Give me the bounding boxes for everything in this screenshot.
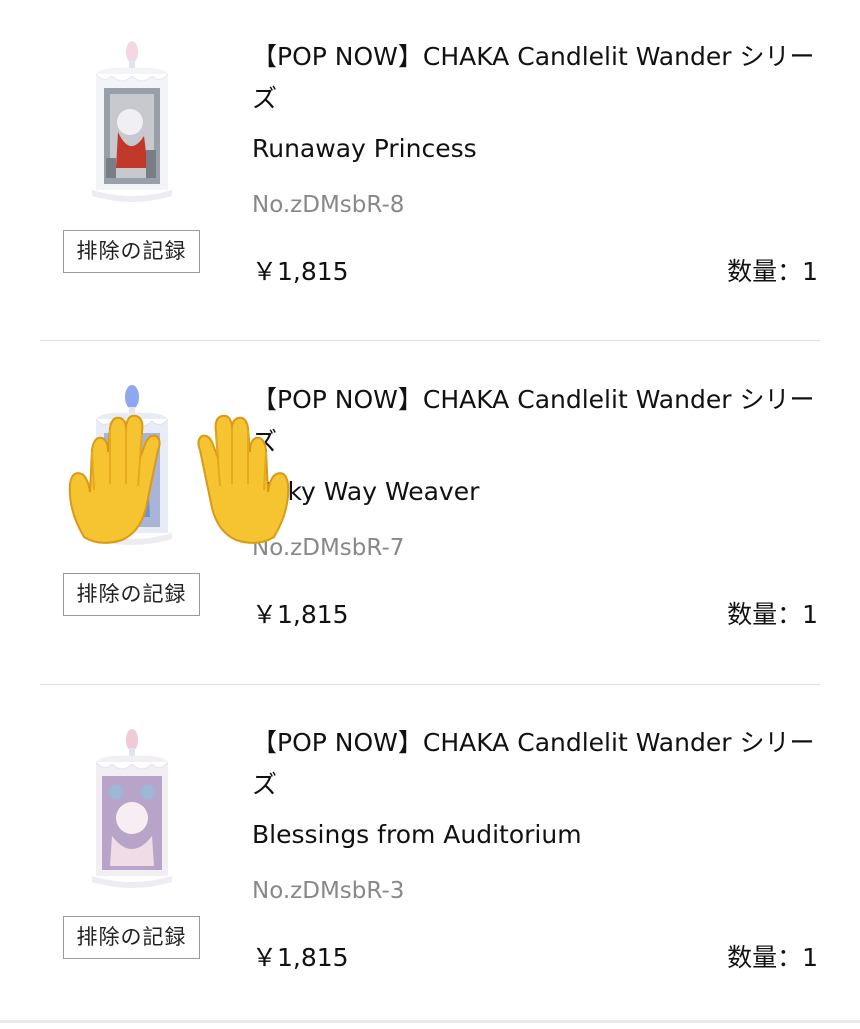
product-quantity: 数量：1	[727, 257, 818, 286]
product-price: ￥1,815	[252, 257, 349, 286]
divider	[40, 684, 820, 685]
product-sku: No.zDMsbR-8	[252, 192, 405, 218]
product-variant: Blessings from Auditorium	[252, 820, 582, 849]
product-title[interactable]: 【POP NOW】CHAKA Candlelit Wander シリーズ	[252, 722, 827, 806]
product-title[interactable]: 【POP NOW】CHAKA Candlelit Wander シリーズ	[252, 379, 827, 463]
product-sku: No.zDMsbR-3	[252, 878, 405, 904]
product-variant: Runaway Princess	[252, 134, 477, 163]
product-price: ￥1,815	[252, 600, 349, 629]
cart-item: 排除の記録 【POP NOW】CHAKA Candlelit Wander シリ…	[0, 686, 860, 1029]
remove-record-button[interactable]: 排除の記録	[63, 573, 200, 616]
product-image[interactable]	[82, 40, 182, 210]
product-title[interactable]: 【POP NOW】CHAKA Candlelit Wander シリーズ	[252, 36, 827, 120]
cart-item: 排除の記録 【POP NOW】CHAKA Candlelit Wander シリ…	[0, 0, 860, 343]
divider	[40, 340, 820, 341]
product-image[interactable]	[82, 726, 182, 896]
product-quantity: 数量：1	[727, 943, 818, 972]
remove-record-button[interactable]: 排除の記録	[63, 230, 200, 273]
remove-record-button[interactable]: 排除の記録	[63, 916, 200, 959]
product-price: ￥1,815	[252, 943, 349, 972]
product-quantity: 数量：1	[727, 600, 818, 629]
raised-hands-emoji-icon	[64, 412, 294, 547]
